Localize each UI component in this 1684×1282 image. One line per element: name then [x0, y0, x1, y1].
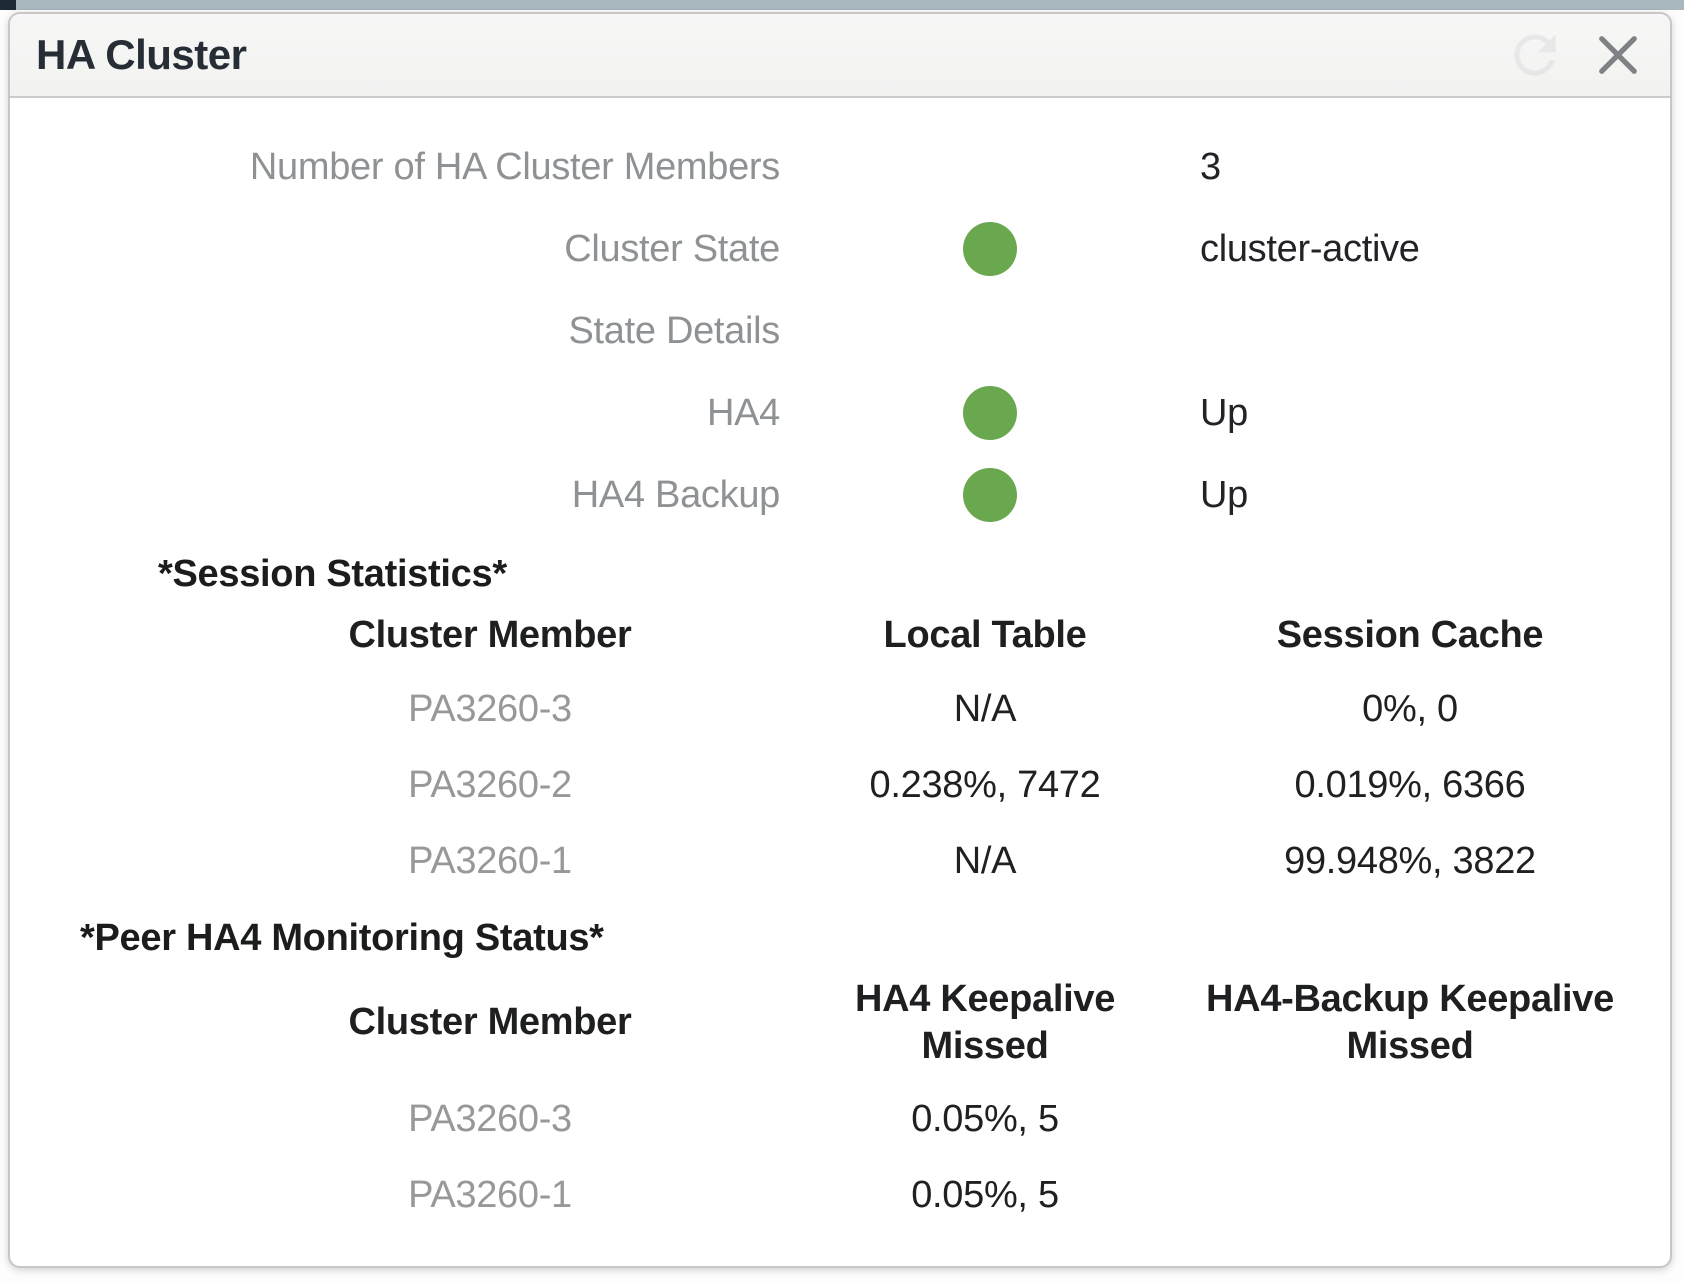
local-table-value: N/A — [820, 838, 1150, 886]
cluster-member-name: PA3260-1 — [160, 1172, 820, 1220]
local-table-value: N/A — [820, 686, 1150, 734]
summary-value: Up — [1200, 474, 1670, 517]
ha4-keepalive-missed-value: 0.05%, 5 — [820, 1172, 1150, 1220]
column-header: Session Cache — [1150, 612, 1670, 660]
table-row: PA3260-3 0.05%, 5 — [160, 1082, 1670, 1158]
table-row: PA3260-1 N/A 99.948%, 3822 — [160, 824, 1670, 900]
column-header: Cluster Member — [160, 999, 820, 1047]
summary-label: HA4 — [10, 392, 780, 435]
session-cache-value: 99.948%, 3822 — [1150, 838, 1670, 886]
session-statistics-table: Cluster Member Local Table Session Cache… — [160, 600, 1670, 900]
summary-value: 3 — [1200, 146, 1670, 189]
summary-value: Up — [1200, 392, 1670, 435]
status-up-dot — [963, 222, 1017, 276]
cluster-member-name: PA3260-3 — [160, 1096, 820, 1144]
table-header-row: Cluster Member Local Table Session Cache — [160, 600, 1670, 672]
cluster-member-name: PA3260-1 — [160, 838, 820, 886]
status-up-dot — [963, 386, 1017, 440]
table-row: PA3260-3 N/A 0%, 0 — [160, 672, 1670, 748]
dialog-body: Number of HA Cluster Members 3 Cluster S… — [10, 98, 1670, 1234]
summary-row-state-details: State Details — [10, 290, 1670, 372]
session-cache-value: 0.019%, 6366 — [1150, 762, 1670, 810]
session-cache-value: 0%, 0 — [1150, 686, 1670, 734]
summary-label: Number of HA Cluster Members — [10, 146, 780, 189]
cluster-member-name: PA3260-3 — [160, 686, 820, 734]
dialog-titlebar-actions — [1504, 24, 1644, 86]
ha4-keepalive-missed-value: 0.05%, 5 — [820, 1096, 1150, 1144]
page-background-strip — [0, 0, 1684, 10]
status-up-dot — [963, 468, 1017, 522]
column-header: Local Table — [820, 612, 1150, 660]
table-header-row: Cluster Member HA4 Keepalive Missed HA4-… — [160, 964, 1670, 1082]
cluster-member-name: PA3260-2 — [160, 762, 820, 810]
peer-monitoring-table: Cluster Member HA4 Keepalive Missed HA4-… — [160, 964, 1670, 1234]
refresh-button[interactable] — [1504, 24, 1566, 86]
close-icon — [1592, 29, 1644, 81]
column-header: HA4 Keepalive Missed — [820, 976, 1150, 1071]
summary-value: cluster-active — [1200, 228, 1670, 271]
dialog-title: HA Cluster — [36, 31, 246, 79]
summary-row-ha4: HA4 Up — [10, 372, 1670, 454]
summary-row-ha4-backup: HA4 Backup Up — [10, 454, 1670, 536]
dialog-titlebar: HA Cluster — [10, 14, 1670, 98]
summary-label: Cluster State — [10, 228, 780, 271]
ha-cluster-dialog: HA Cluster Number of HA Cluster Members … — [8, 12, 1672, 1268]
column-header: HA4-Backup Keepalive Missed — [1150, 976, 1670, 1071]
refresh-icon — [1504, 24, 1566, 86]
summary-label: HA4 Backup — [10, 474, 780, 517]
table-row: PA3260-1 0.05%, 5 — [160, 1158, 1670, 1234]
summary-label: State Details — [10, 310, 780, 353]
table-row: PA3260-2 0.238%, 7472 0.019%, 6366 — [160, 748, 1670, 824]
summary-row-members: Number of HA Cluster Members 3 — [10, 126, 1670, 208]
page-background-corner — [0, 0, 16, 10]
summary-row-cluster-state: Cluster State cluster-active — [10, 208, 1670, 290]
session-statistics-heading: *Session Statistics* — [158, 548, 1670, 600]
local-table-value: 0.238%, 7472 — [820, 762, 1150, 810]
column-header: Cluster Member — [160, 612, 820, 660]
peer-monitoring-heading: *Peer HA4 Monitoring Status* — [80, 912, 1670, 964]
close-button[interactable] — [1592, 29, 1644, 81]
